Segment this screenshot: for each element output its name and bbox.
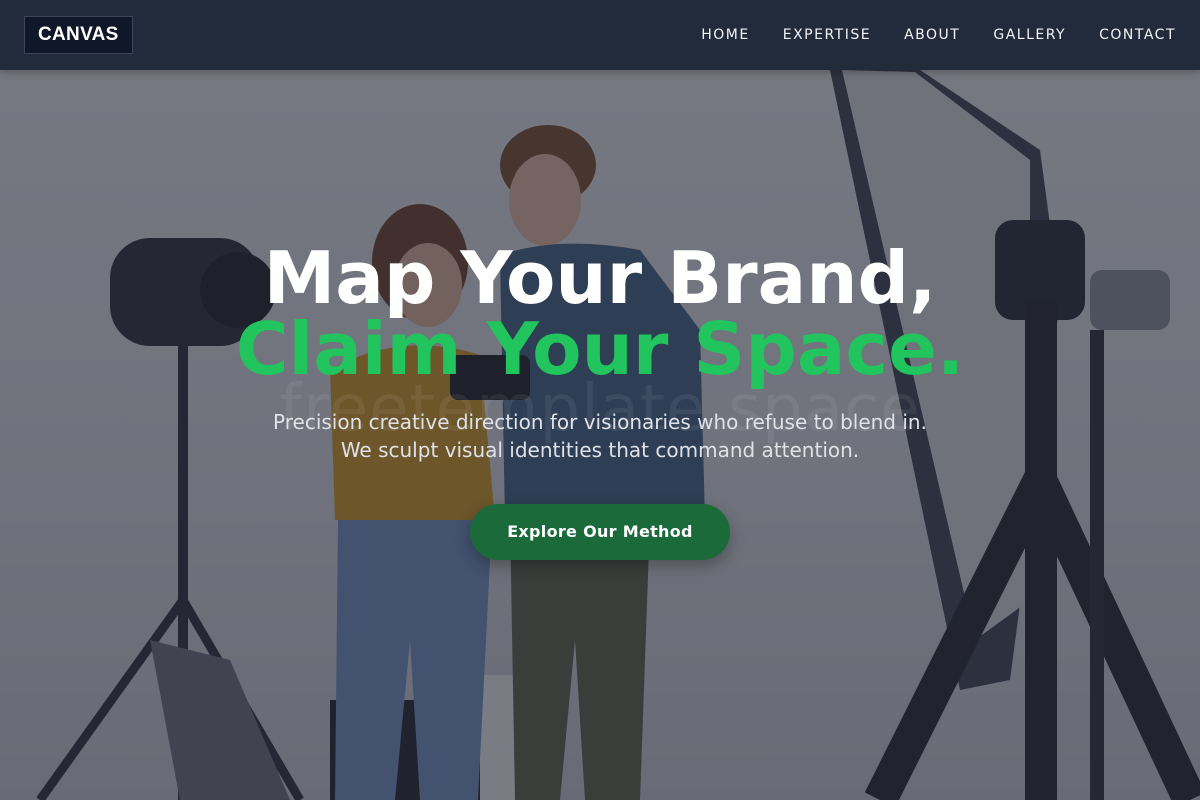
hero-subtitle-line2: We sculpt visual identities that command… bbox=[340, 438, 860, 462]
brand-logo[interactable]: CANVAS bbox=[24, 16, 133, 54]
nav-link-about[interactable]: ABOUT bbox=[904, 25, 960, 45]
hero-headline-line2: Claim Your Space. bbox=[235, 307, 965, 391]
nav-link-gallery[interactable]: GALLERY bbox=[993, 25, 1066, 45]
explore-method-button[interactable]: Explore Our Method bbox=[470, 504, 730, 560]
hero-content: freetemplate.space Map Your Brand, Claim… bbox=[0, 0, 1200, 800]
main-nav: HOME EXPERTISE ABOUT GALLERY CONTACT bbox=[668, 25, 1176, 45]
navbar: CANVAS HOME EXPERTISE ABOUT GALLERY CONT… bbox=[0, 0, 1200, 70]
hero-headline-line1: Map Your Brand, bbox=[263, 236, 937, 320]
hero-subtitle-line1: Precision creative direction for visiona… bbox=[273, 410, 927, 434]
nav-link-contact[interactable]: CONTACT bbox=[1099, 25, 1176, 45]
nav-link-expertise[interactable]: EXPERTISE bbox=[783, 25, 871, 45]
nav-link-home[interactable]: HOME bbox=[701, 25, 749, 45]
